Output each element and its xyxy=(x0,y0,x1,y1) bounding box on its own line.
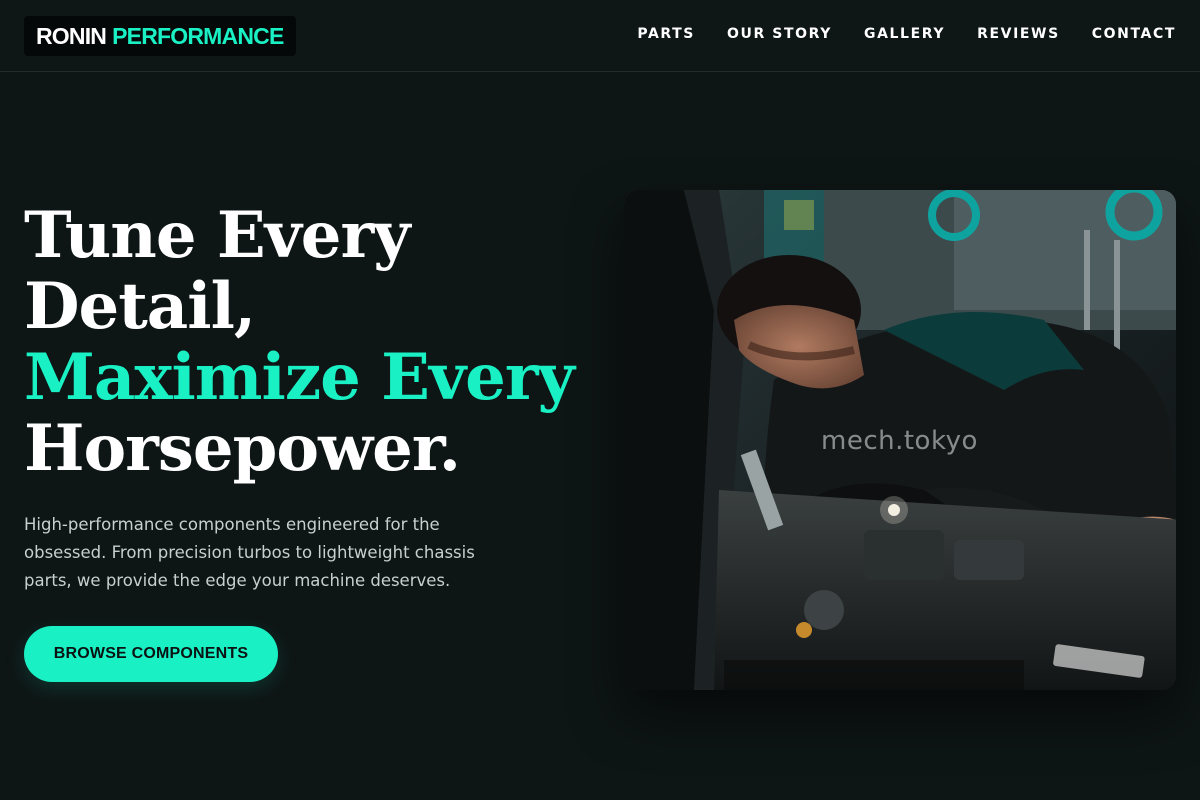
main-nav: PARTS OUR STORY GALLERY REVIEWS CONTACT xyxy=(637,24,1176,44)
nav-item-parts[interactable]: PARTS xyxy=(637,26,695,42)
hero-title-line-4: Horsepower. xyxy=(24,411,461,486)
hero-title-line-2: Detail, xyxy=(24,269,256,344)
browse-components-button[interactable]: BROWSE COMPONENTS xyxy=(24,626,278,682)
brand-name-accent: PERFORMANCE xyxy=(112,22,284,49)
nav-item-contact[interactable]: CONTACT xyxy=(1092,26,1176,42)
nav-item-reviews[interactable]: REVIEWS xyxy=(977,26,1060,42)
brand-logo[interactable]: RONIN PERFORMANCE xyxy=(24,16,296,56)
nav-item-gallery[interactable]: GALLERY xyxy=(864,26,945,42)
site-header: RONIN PERFORMANCE PARTS OUR STORY GALLER… xyxy=(0,0,1200,72)
image-watermark: mech.tokyo xyxy=(821,426,978,456)
hero-title-line-1: Tune Every xyxy=(24,198,410,273)
hero-subtitle: High-performance components engineered f… xyxy=(24,515,475,590)
hero-title-accent-line: Maximize Every xyxy=(24,340,575,415)
nav-item-our-story[interactable]: OUR STORY xyxy=(727,26,832,42)
brand-name-primary: RONIN xyxy=(36,22,107,49)
hero-mechanic-photo: mech.tokyo xyxy=(624,190,1176,690)
hero-title: Tune Every Detail, Maximize Every Horsep… xyxy=(24,200,604,484)
